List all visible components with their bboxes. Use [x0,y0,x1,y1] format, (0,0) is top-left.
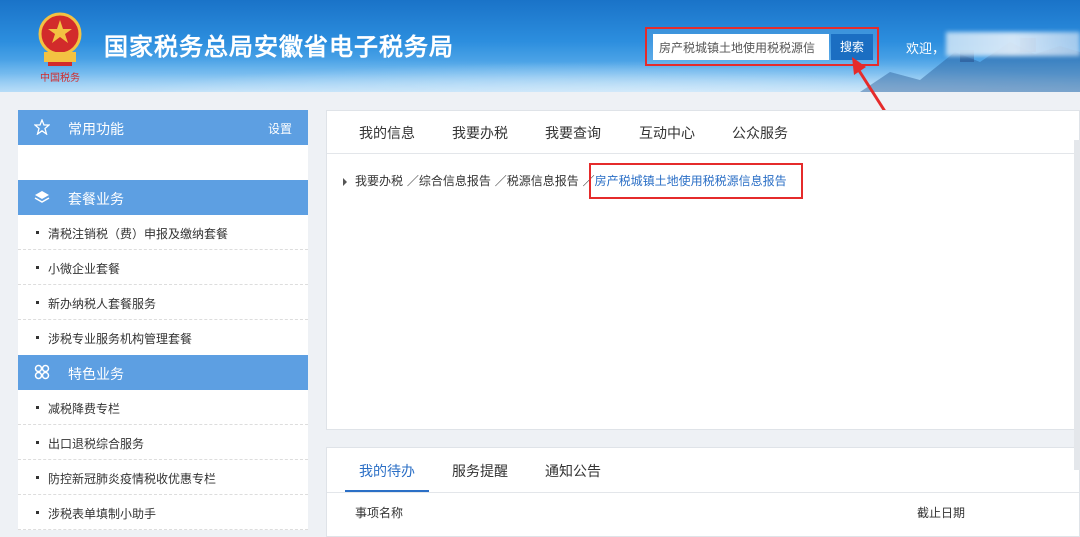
scrollbar[interactable] [1074,140,1080,470]
package-business-title: 套餐业务 [68,192,124,208]
sidebar-item-label: 出口退税综合服务 [48,437,145,451]
settings-link[interactable]: 设置 [268,120,292,137]
svg-text:中国税务: 中国税务 [40,71,80,84]
breadcrumb-separator: ／ [494,174,507,188]
bullet-icon [36,511,39,514]
bullet-icon [36,476,39,479]
bullet-icon [36,266,39,269]
grid-icon [34,364,50,380]
site-title: 国家税务总局安徽省电子税务局 [104,33,454,61]
star-icon [34,119,50,135]
tax-emblem-icon: 中国税务 [38,12,82,84]
common-functions-header: 常用功能 设置 [18,110,308,145]
package-business-header[interactable]: 套餐业务 [18,180,308,215]
search-input[interactable] [653,34,829,60]
tab-service-reminder[interactable]: 服务提醒 [452,461,508,481]
breadcrumb-item[interactable]: 综合信息报告 [419,174,491,188]
sidebar-item-label: 新办纳税人套餐服务 [48,297,157,311]
sidebar-item-package-4[interactable]: 涉税专业服务机构管理套餐 [18,320,308,355]
column-header-deadline: 截止日期 [917,506,966,520]
tab-notice[interactable]: 通知公告 [545,461,601,481]
special-business-header[interactable]: 特色业务 [18,355,308,390]
breadcrumb-item[interactable]: 我要办税 [355,174,403,188]
sidebar-item-label: 涉税表单填制小助手 [48,507,157,521]
sidebar-item-special-3[interactable]: 防控新冠肺炎疫情税收优惠专栏 [18,460,308,495]
header-banner: 中国税务 国家税务总局安徽省电子税务局 搜索 欢迎， [0,0,1080,92]
sidebar-item-special-2[interactable]: 出口退税综合服务 [18,425,308,460]
caret-right-icon [343,177,347,186]
divider [327,492,1079,493]
tab-handle-tax[interactable]: 我要办税 [452,123,508,143]
special-business-title: 特色业务 [68,367,124,383]
sidebar-item-package-2[interactable]: 小微企业套餐 [18,250,308,285]
breadcrumb-highlight-box [589,163,803,199]
bullet-icon [36,231,39,234]
tab-my-todo[interactable]: 我的待办 [359,461,415,481]
breadcrumb-separator: ／ [406,174,419,188]
common-functions-title: 常用功能 [68,122,124,138]
bullet-icon [36,441,39,444]
tab-public-service[interactable]: 公众服务 [732,123,788,143]
sidebar-item-package-3[interactable]: 新办纳税人套餐服务 [18,285,308,320]
sidebar-item-special-4[interactable]: 涉税表单填制小助手 [18,495,308,530]
bullet-icon [36,406,39,409]
sidebar-item-label: 涉税专业服务机构管理套餐 [48,332,193,346]
sidebar-item-label: 防控新冠肺炎疫情税收优惠专栏 [48,472,217,486]
bullet-icon [36,336,39,339]
welcome-text: 欢迎， [906,42,946,57]
sidebar: 常用功能 设置 套餐业务 清税注销税（费）申报及缴纳套餐 小微企业套餐 新办纳税… [18,110,308,530]
layers-icon [34,191,50,203]
breadcrumb-item[interactable]: 税源信息报告 [507,174,579,188]
common-functions-list [18,145,308,180]
column-header-item-name: 事项名称 [355,506,404,520]
todo-panel: 我的待办 服务提醒 通知公告 事项名称 截止日期 [326,447,1080,537]
main-panel: 我的信息 我要办税 我要查询 互动中心 公众服务 我要办税 ／综合信息报告 ／税… [326,110,1080,430]
sidebar-item-label: 减税降费专栏 [48,402,121,416]
bullet-icon [36,301,39,304]
sidebar-item-package-1[interactable]: 清税注销税（费）申报及缴纳套餐 [18,215,308,250]
username-redacted [946,32,1080,56]
main-nav-tabs: 我的信息 我要办税 我要查询 互动中心 公众服务 [327,111,1079,154]
tab-interaction-center[interactable]: 互动中心 [639,123,695,143]
tab-query[interactable]: 我要查询 [545,123,601,143]
sidebar-item-label: 小微企业套餐 [48,262,121,276]
tab-my-info[interactable]: 我的信息 [359,123,415,143]
sidebar-item-special-1[interactable]: 减税降费专栏 [18,390,308,425]
sidebar-item-label: 清税注销税（费）申报及缴纳套餐 [48,227,229,241]
